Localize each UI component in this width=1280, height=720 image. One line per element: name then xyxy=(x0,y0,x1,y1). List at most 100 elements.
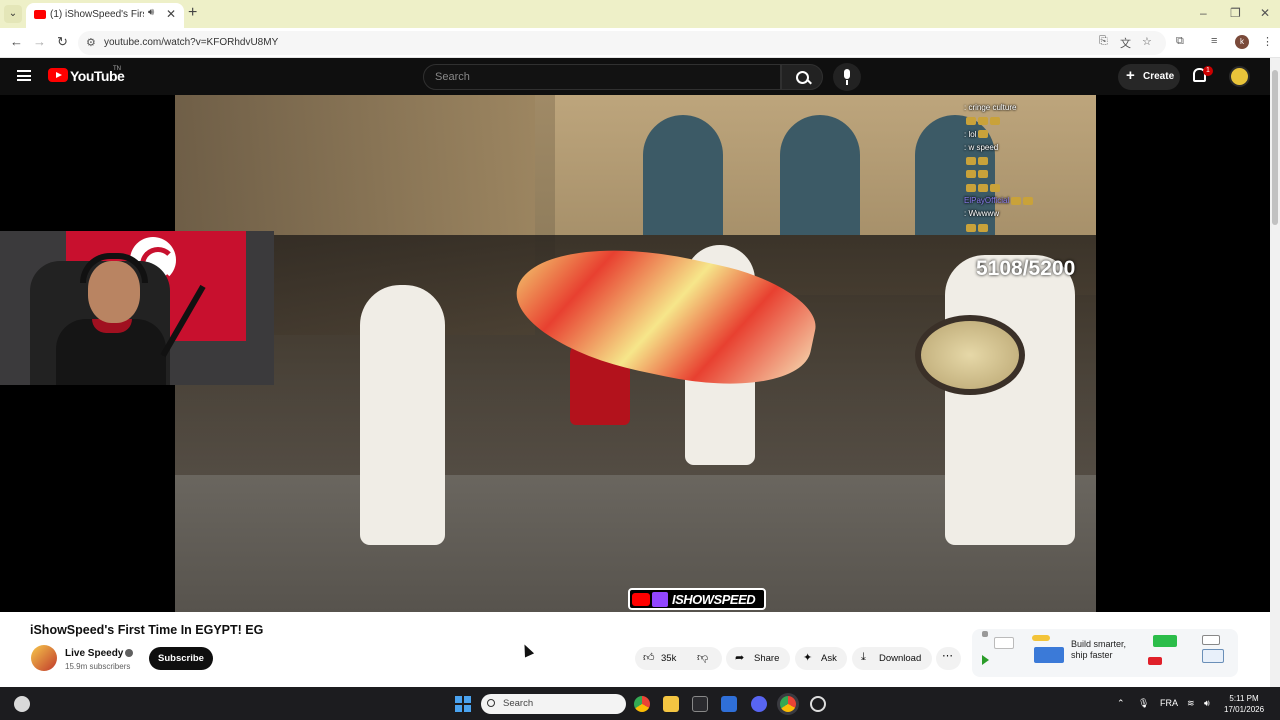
ad-banner[interactable]: Build smarter, ship faster xyxy=(972,629,1238,677)
scene-drum xyxy=(915,315,1025,395)
subscribe-button[interactable]: Subscribe xyxy=(149,647,213,670)
minimize-icon[interactable]: – xyxy=(1200,6,1207,20)
new-tab-icon[interactable]: + xyxy=(188,4,197,22)
chrome-active-icon[interactable] xyxy=(780,696,796,712)
goal-counter: 5108/5200 xyxy=(976,257,1076,280)
speaker-icon[interactable]: 🔊︎ xyxy=(148,7,154,18)
file-explorer-icon[interactable] xyxy=(663,696,679,712)
twitch-logo-icon xyxy=(652,592,668,607)
close-window-icon[interactable]: ✕ xyxy=(1260,6,1270,20)
chat-message xyxy=(964,116,1094,129)
channel-avatar[interactable] xyxy=(31,645,57,671)
scene-person xyxy=(945,255,1075,545)
sparkle-icon: ✦ xyxy=(803,652,813,664)
youtube-header: YouTube TN Search + Create 1 xyxy=(0,58,1270,95)
browser-profile-avatar[interactable]: k xyxy=(1235,35,1249,49)
forward-icon[interactable]: → xyxy=(33,34,46,49)
chat-message xyxy=(964,169,1094,182)
address-bar-row: ← → ↻ ⚙︎ youtube.com/watch?v=KFORhdvU8MY… xyxy=(0,28,1280,58)
chrome-icon[interactable] xyxy=(634,696,650,712)
site-info-icon[interactable]: ⚙︎ xyxy=(86,36,96,49)
stream-chat-overlay: : cringe culture : lol : w speed ElPayOf… xyxy=(964,103,1094,236)
wifi-icon[interactable]: ≋ xyxy=(1187,698,1195,709)
thumbs-up-icon[interactable]: 👍︎ xyxy=(643,651,655,664)
ad-graphic xyxy=(994,637,1014,649)
extensions-icon[interactable]: ⧉ xyxy=(1176,35,1184,48)
ad-info-icon[interactable] xyxy=(982,631,988,637)
mouse-cursor-icon xyxy=(519,642,535,658)
install-app-icon[interactable]: ⎘ xyxy=(1099,35,1108,48)
play-triangle-icon xyxy=(982,655,989,665)
tray-chevron-icon[interactable]: ⌃ xyxy=(1117,698,1125,709)
notification-badge: 1 xyxy=(1203,66,1213,76)
streamer-webcam-overlay xyxy=(0,231,274,385)
youtube-favicon-icon xyxy=(34,10,46,19)
search-input[interactable]: Search xyxy=(423,64,781,90)
share-arrow-icon: ➦ xyxy=(735,652,745,664)
verified-badge-icon xyxy=(125,649,133,657)
chat-message: : lol xyxy=(964,130,1094,143)
watch-page: : cringe culture : lol : w speed ElPayOf… xyxy=(0,95,1270,687)
volume-icon[interactable]: 🔊︎ xyxy=(1204,698,1210,709)
share-button[interactable]: ➦ Share xyxy=(726,647,790,670)
tab-title: (1) iShowSpeed's First Time xyxy=(50,9,144,20)
youtube-logo-icon[interactable] xyxy=(48,68,68,82)
browser-menu-icon[interactable]: ⋮ xyxy=(1262,35,1273,48)
watermark-text: ISHOWSPEED xyxy=(672,592,756,607)
video-player[interactable]: : cringe culture : lol : w speed ElPayOf… xyxy=(0,95,1270,612)
search-icon xyxy=(487,699,495,707)
discord-icon[interactable] xyxy=(751,696,767,712)
share-label: Share xyxy=(754,653,780,664)
voice-search-mic-icon[interactable] xyxy=(833,63,861,91)
scrollbar-thumb[interactable] xyxy=(1272,70,1278,225)
reload-icon[interactable]: ↻ xyxy=(57,34,68,50)
close-tab-icon[interactable]: ✕ xyxy=(166,7,176,21)
browser-tab[interactable]: (1) iShowSpeed's First Time 🔊︎ ✕ xyxy=(26,3,184,28)
back-icon[interactable]: ← xyxy=(10,34,23,49)
ad-graphic xyxy=(1153,635,1177,647)
channel-name[interactable]: Live Speedy xyxy=(65,648,123,659)
create-button[interactable]: + Create xyxy=(1118,64,1180,90)
taskbar-search-label: Search xyxy=(503,698,534,709)
mail-icon[interactable] xyxy=(721,696,737,712)
scene-arch xyxy=(643,115,723,235)
maximize-icon[interactable]: ❐ xyxy=(1230,6,1241,20)
create-label: Create xyxy=(1143,71,1175,82)
youtube-logo-icon xyxy=(632,593,650,606)
chat-message: : cringe culture xyxy=(964,103,1017,112)
more-actions-button[interactable]: ⋯ xyxy=(936,647,961,670)
chat-message: ElPayOfficial xyxy=(964,196,1094,209)
start-windows-icon[interactable] xyxy=(455,696,471,712)
thumbs-down-icon[interactable]: 👎︎ xyxy=(697,651,708,664)
account-avatar[interactable] xyxy=(1229,66,1250,87)
app-icon[interactable] xyxy=(810,696,826,712)
clock-time: 5:11 PM xyxy=(1229,694,1259,703)
url-field[interactable]: ⚙︎ youtube.com/watch?v=KFORhdvU8MY xyxy=(78,31,1166,55)
chat-message: : w speed xyxy=(964,142,999,152)
search-button[interactable] xyxy=(781,64,823,90)
more-horizontal-icon: ⋯ xyxy=(942,650,953,662)
url-text: youtube.com/watch?v=KFORhdvU8MY xyxy=(104,37,279,48)
chat-message: : Wwwww xyxy=(964,209,1000,219)
download-button[interactable]: ⤓ Download xyxy=(852,647,932,670)
ad-graphic xyxy=(1032,635,1050,641)
taskbar-search[interactable]: Search xyxy=(481,694,626,714)
translate-icon[interactable]: 文 xyxy=(1120,35,1131,51)
language-indicator[interactable]: FRA xyxy=(1160,698,1178,708)
plus-icon: + xyxy=(1126,67,1135,84)
ad-line: ship faster xyxy=(1071,650,1113,660)
scene-arch xyxy=(780,115,860,235)
like-count[interactable]: 35k xyxy=(661,653,676,664)
taskbar-clock[interactable]: 5:11 PM 17/01/2026 xyxy=(1224,693,1264,715)
menu-icon[interactable] xyxy=(17,70,31,81)
bookmark-star-icon[interactable]: ☆ xyxy=(1142,35,1152,48)
tab-search-dropdown-icon[interactable]: ⌄ xyxy=(4,5,22,23)
reading-list-icon[interactable]: ≡ xyxy=(1211,35,1217,47)
windows-taskbar: Search ⌃ 🎙︎ FRA ≋ 🔊︎ 5:11 PM 17/01/2026 xyxy=(0,687,1280,720)
page-scrollbar[interactable] xyxy=(1270,58,1280,687)
ask-button[interactable]: ✦ Ask xyxy=(795,647,847,670)
video-frame[interactable] xyxy=(175,95,1096,612)
widgets-icon[interactable] xyxy=(14,696,30,712)
store-icon[interactable] xyxy=(692,696,708,712)
microphone-tray-icon[interactable]: 🎙︎ xyxy=(1138,698,1149,709)
